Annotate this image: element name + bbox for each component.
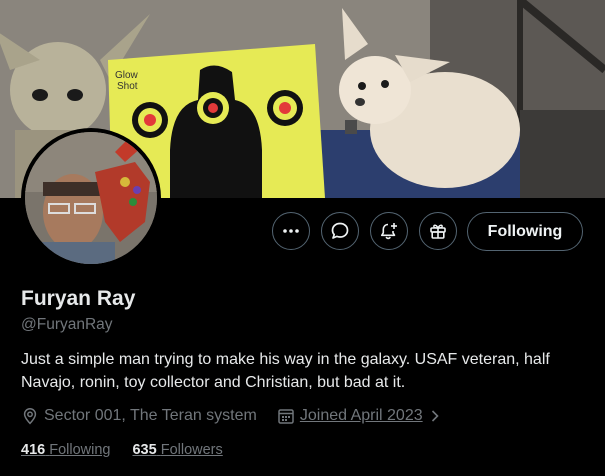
followers-label: Followers [160,442,223,458]
following-label: Following [49,442,111,458]
profile-stats: 416 Following 635 Followers [21,442,245,458]
following-count: 416 [21,442,46,458]
followers-count-link[interactable]: 635 Followers [132,442,222,458]
joined-date-link[interactable]: Joined April 2023 [300,407,423,425]
profile-actions: Following [0,212,605,252]
profile-bio: Just a simple man trying to make his way… [21,351,550,391]
followers-count: 635 [132,442,157,458]
svg-text:Shot: Shot [117,81,138,92]
location-item: Sector 001, The Teran system [21,407,257,425]
profile-name: Furyan Ray [21,287,136,310]
gift-icon [430,224,446,239]
notifications-button[interactable] [370,212,408,250]
more-horizontal-icon [283,229,299,233]
bell-plus-icon [381,223,397,240]
location-text: Sector 001, The Teran system [44,407,257,424]
location-pin-icon [23,408,37,425]
profile-meta: Sector 001, The Teran system Joined Apri… [21,405,447,427]
calendar-icon [278,409,294,424]
following-count-link[interactable]: 416 Following [21,442,110,458]
message-button[interactable] [321,212,359,250]
profile-handle: @FuryanRay [21,316,113,333]
gift-button[interactable] [419,212,457,250]
following-button[interactable]: Following [467,212,583,251]
more-button[interactable] [272,212,310,250]
target-brand-text: Glow [115,70,139,81]
chevron-right-icon [431,410,439,422]
message-bubble-icon [331,222,349,239]
joined-item[interactable]: Joined April 2023 [277,407,447,425]
